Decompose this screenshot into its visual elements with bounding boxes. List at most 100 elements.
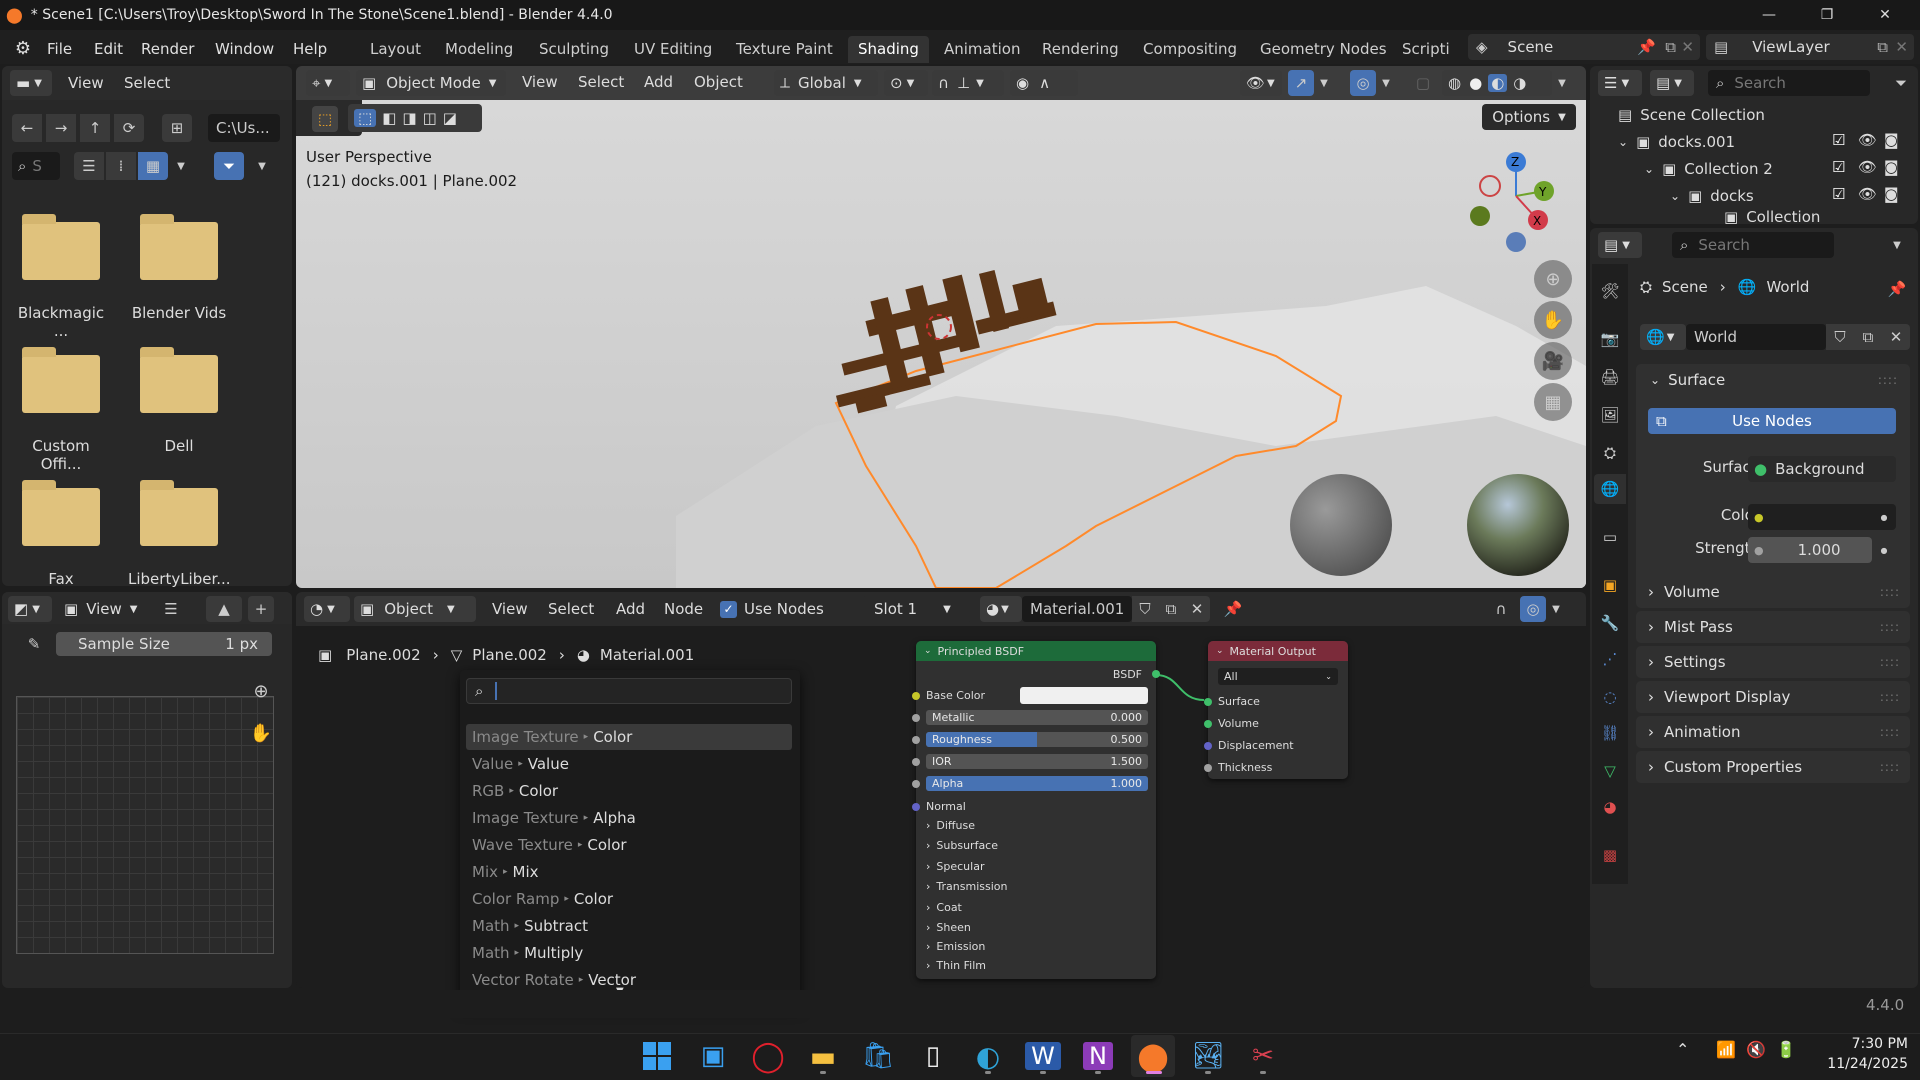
target-dropdown[interactable]: All ⌄ <box>1218 668 1338 685</box>
panel-coat[interactable]: › Coat <box>926 901 962 914</box>
viewport-editor-type[interactable]: ⌖ ▼ <box>306 70 350 96</box>
minimize-icon[interactable]: — <box>1740 0 1798 30</box>
ior-socket[interactable] <box>912 758 920 766</box>
panel-transmission[interactable]: › Transmission <box>926 880 1007 893</box>
snap-magnet-icon[interactable]: ∩ <box>1488 596 1514 622</box>
tab-rendering[interactable]: Rendering <box>1032 36 1129 63</box>
hand-pan-icon[interactable]: ✋ <box>1534 301 1572 339</box>
view-layer-tab-icon[interactable]: 🖼 <box>1594 400 1626 430</box>
pivot-point-dropdown[interactable]: ⊙ ▼ <box>884 70 928 96</box>
tab-layout[interactable]: Layout <box>360 36 431 63</box>
viewport-view-menu[interactable]: View <box>522 73 558 91</box>
refresh-icon[interactable]: ⟳ <box>114 114 144 142</box>
scene-tab-icon[interactable]: ⛭ <box>1594 438 1626 468</box>
material-output-header[interactable]: ⌄ Material Output <box>1208 641 1348 661</box>
material-name-field[interactable]: Material.001 <box>1022 596 1132 622</box>
viewport-add-menu[interactable]: Add <box>644 73 673 91</box>
node-node-menu[interactable]: Node <box>664 600 703 618</box>
image-canvas-grid[interactable] <box>16 696 274 954</box>
volume-muted-icon[interactable]: 🔇 <box>1746 1040 1766 1059</box>
transform-orientation-dropdown[interactable]: ⟂ Global ▼ <box>774 70 878 96</box>
panel-subsurface[interactable]: › Subsurface <box>926 839 998 852</box>
material-browse-dropdown[interactable]: ◕ ▼ <box>980 596 1022 622</box>
options-dropdown[interactable]: Options ▼ <box>1482 104 1576 130</box>
tab-uv-editing[interactable]: UV Editing <box>624 36 722 63</box>
principled-bsdf-node[interactable]: ⌄ Principled BSDF BSDF Base Color Metall… <box>912 641 1160 979</box>
outliner-row[interactable]: ⌄ ▣ docks.001 <box>1618 131 1735 153</box>
roughness-socket[interactable] <box>912 736 920 744</box>
restore-icon[interactable]: ❐ <box>1798 0 1856 30</box>
search-result-item[interactable]: Mix ▸ Mix <box>466 859 792 885</box>
camera-view-icon[interactable]: 🎥 <box>1534 342 1572 380</box>
directory-path-field[interactable]: C:\Us... <box>208 114 280 142</box>
base-color-socket[interactable] <box>912 692 920 700</box>
viewport-display-section[interactable]: › Viewport Display:::: <box>1636 681 1910 713</box>
material-output-node[interactable]: ⌄ Material Output All ⌄ Surface Volume Di… <box>1204 641 1348 779</box>
panel-diffuse[interactable]: › Diffuse <box>926 819 975 832</box>
start-menu-icon[interactable] <box>635 1035 679 1077</box>
outliner-row[interactable]: ⌄ ▣ Collection 2 <box>1644 158 1773 180</box>
clock-date[interactable]: 11/24/2025 <box>1808 1056 1908 1072</box>
material-tab-icon[interactable]: ◕ <box>1594 792 1626 822</box>
gizmo-toggle-icon[interactable]: ↗ <box>1288 70 1314 96</box>
keyframe-dot-icon[interactable]: ● <box>1874 537 1894 563</box>
overlays-toggle-icon[interactable]: ◎ <box>1350 70 1376 96</box>
bsdf-output-socket[interactable] <box>1152 670 1160 678</box>
search-result-item[interactable]: Image Texture ▸ Alpha <box>466 805 792 831</box>
panel-specular[interactable]: › Specular <box>926 860 984 873</box>
node-add-menu[interactable]: Add <box>616 600 645 618</box>
drag-handle-icon[interactable]: :::: <box>1880 655 1900 669</box>
filter-icon[interactable]: ⏷ <box>1888 70 1914 96</box>
texture-tab-icon[interactable]: ▩ <box>1594 840 1626 870</box>
drag-handle-icon[interactable]: :::: <box>1880 620 1900 634</box>
eye-icon[interactable]: 👁 <box>1858 158 1877 176</box>
display-mode-dropdown[interactable]: ▤ ▼ <box>1650 70 1694 96</box>
modifiers-tab-icon[interactable]: 🔧 <box>1594 608 1626 638</box>
search-result-item[interactable]: Value ▸ Value <box>466 751 792 777</box>
surface-section-header[interactable]: ⌄ Surface:::: <box>1640 364 1908 396</box>
menu-window[interactable]: Window <box>215 37 274 61</box>
fake-user-shield-icon[interactable]: ⛉ <box>1132 596 1158 622</box>
drag-handle-icon[interactable]: :::: <box>1880 725 1900 739</box>
unlink-material-icon[interactable]: ✕ <box>1184 596 1210 622</box>
overlays-toggle-icon[interactable]: ◎ <box>1520 596 1546 622</box>
tab-animation[interactable]: Animation <box>934 36 1030 63</box>
sample-size-field[interactable]: Sample Size 1 px <box>56 632 272 656</box>
tool-tab-icon[interactable]: 🛠 <box>1594 276 1626 306</box>
folder-item[interactable]: Custom Offi... <box>10 345 112 473</box>
render-tab-icon[interactable]: 📷 <box>1594 324 1626 354</box>
world-name-field[interactable]: World <box>1686 324 1826 350</box>
shading-mode-buttons[interactable]: ◍ ● ◐ ◑ <box>1442 70 1552 96</box>
select-box-tool-icon[interactable]: ⬚ <box>312 106 338 132</box>
xray-icon[interactable]: ▢ <box>1410 70 1436 96</box>
world-tab-icon[interactable]: 🌐 <box>1594 474 1626 504</box>
folder-item[interactable]: LibertyLiber... <box>128 478 230 588</box>
unlink-world-icon[interactable]: ✕ <box>1882 324 1910 350</box>
fake-user-shield-icon[interactable]: ⛉ <box>1826 324 1854 350</box>
tab-compositing[interactable]: Compositing <box>1133 36 1247 63</box>
gizmo-chevron-icon[interactable]: ▼ <box>1316 70 1332 96</box>
settings-section[interactable]: › Settings:::: <box>1636 646 1910 678</box>
search-result-item[interactable]: Wave Texture ▸ Color <box>466 832 792 858</box>
menu-render[interactable]: Render <box>141 37 194 61</box>
menu-file[interactable]: File <box>47 37 72 61</box>
forward-icon[interactable]: → <box>46 114 76 142</box>
thickness-input-socket[interactable] <box>1204 764 1212 772</box>
thumbnails-icon[interactable]: ▦ <box>138 152 168 180</box>
perspective-grid-icon[interactable]: ▦ <box>1534 383 1572 421</box>
panel-emission[interactable]: › Emission <box>926 940 985 953</box>
properties-options-chevron-icon[interactable]: ▼ <box>1884 232 1910 258</box>
scene-selector[interactable]: ◈ Scene 📌 ⧉ ✕ <box>1468 34 1700 60</box>
zoom-icon[interactable]: ⊕ <box>246 676 276 706</box>
strength-field[interactable]: ● 1.000 <box>1748 537 1872 563</box>
use-nodes-toggle[interactable]: ✓ Use Nodes <box>720 600 824 618</box>
eye-icon[interactable]: 👁 <box>1858 131 1877 149</box>
object-mode-dropdown[interactable]: ▣ Object Mode ▼ <box>356 70 506 96</box>
shading-chevron-icon[interactable]: ▼ <box>1554 70 1570 96</box>
close-icon[interactable]: ✕ <box>1856 0 1914 30</box>
sample-tool-icon[interactable]: ✎ <box>20 630 48 658</box>
folder-item[interactable]: Blackmagic ... <box>10 212 112 340</box>
panel-sheen[interactable]: › Sheen <box>926 921 971 934</box>
selection-mode-buttons[interactable]: ⬚ ◧ ◨ ◫ ◪ <box>348 104 482 132</box>
tab-shading[interactable]: Shading <box>848 36 929 63</box>
